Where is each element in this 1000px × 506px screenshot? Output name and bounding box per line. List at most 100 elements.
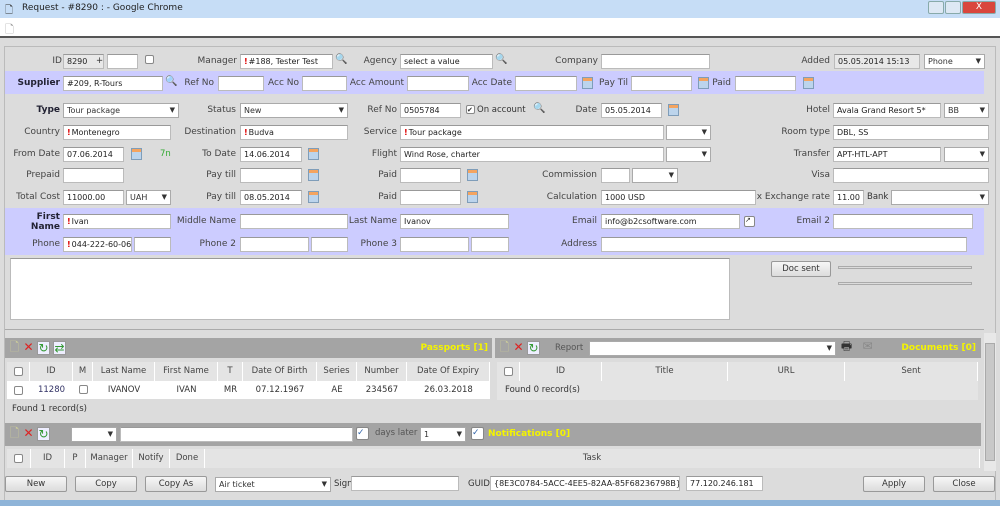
notes-textarea[interactable] [10, 258, 730, 320]
notifications-column-header: Notify [133, 449, 170, 468]
divider [5, 329, 984, 330]
email-label: Email [572, 216, 597, 226]
passports-record-count: Found 1 record(s) [12, 404, 87, 414]
flight-field[interactable]: Wind Rose, charter [400, 147, 664, 162]
delete-icon[interactable]: ✕ [22, 427, 35, 441]
report-select[interactable] [589, 341, 836, 356]
new-button[interactable]: New [5, 476, 67, 492]
calendar-check-icon[interactable]: ✓ [471, 427, 484, 440]
id-label: ID [52, 56, 62, 66]
new-doc-icon[interactable]: 🗋 [8, 427, 21, 441]
board-select[interactable]: BB [944, 103, 989, 118]
row-checkbox[interactable] [14, 386, 23, 395]
new-doc-icon[interactable]: 🗋 [498, 341, 511, 355]
bank-select[interactable] [891, 190, 989, 205]
transfer-field[interactable]: APT-HTL-APT [833, 147, 941, 162]
refresh-icon[interactable]: ↻ [37, 427, 50, 441]
taskbar-strip [0, 500, 1000, 506]
days-later-select[interactable]: 1 [420, 427, 466, 442]
scrollbar-thumb[interactable] [985, 343, 995, 461]
report-label: Report [555, 343, 584, 353]
notifications-column-header: Task [205, 449, 980, 468]
guid-field[interactable]: {8E3C0784-5ACC-4EE5-82AA-85F68236798B} [490, 476, 680, 491]
room-type-label: Room type [781, 127, 830, 137]
notification-type-select[interactable] [71, 427, 117, 442]
phone-label: Phone [32, 239, 60, 249]
transfer-select[interactable] [944, 147, 989, 162]
pay-till-label: Pay till [206, 170, 236, 180]
exchange-rate-field[interactable]: 11.00 [833, 190, 864, 205]
visa-field[interactable] [833, 168, 989, 183]
apply-button[interactable]: Apply [863, 476, 925, 492]
doc-sent-line [838, 266, 972, 269]
supplier-label: Supplier [17, 78, 61, 88]
commission-label: Commission [542, 170, 597, 180]
passport-cell-series: AE [331, 385, 343, 395]
paid-2-label: Paid [378, 192, 397, 202]
added-label: Added [801, 56, 830, 66]
passports-column-header: First Name [155, 362, 218, 381]
sign-field[interactable] [351, 476, 459, 491]
close-button[interactable]: Close [933, 476, 995, 492]
select-all-checkbox[interactable] [504, 367, 513, 376]
window-close-button[interactable]: X [962, 1, 996, 14]
new-doc-icon[interactable]: 🗋 [8, 341, 21, 355]
address-label: Address [561, 239, 597, 249]
notification-text-field[interactable] [120, 427, 353, 442]
hotel-field[interactable]: Avala Grand Resort 5* [833, 103, 941, 118]
delete-icon[interactable]: ✕ [22, 341, 35, 355]
select-all-checkbox[interactable] [14, 454, 23, 463]
copy-as-type-select[interactable]: Air ticket [215, 477, 331, 492]
prepaid-label: Prepaid [26, 170, 60, 180]
address-bar[interactable]: 🗋 [0, 18, 1000, 38]
copy-as-button[interactable]: Copy As [145, 476, 207, 492]
sign-label: Sign [334, 479, 353, 489]
first-name-label: First Name [30, 212, 60, 232]
maximize-button[interactable] [945, 1, 961, 14]
notifications-column-header: P [65, 449, 86, 468]
notifications-column-header: Manager [86, 449, 133, 468]
passport-cell-t: MR [223, 385, 238, 395]
copy-button[interactable]: Copy [75, 476, 137, 492]
swap-icon[interactable]: ⇄ [53, 341, 66, 355]
passport-cell-id[interactable]: 11280 [30, 381, 73, 399]
ref-no-label: Ref No [367, 105, 397, 115]
documents-column-header: URL [728, 362, 845, 381]
passports-column-header: Date Of Expiry [407, 362, 490, 381]
bank-label: Bank [867, 192, 889, 202]
refresh-icon[interactable]: ↻ [527, 341, 540, 355]
calendar-icon[interactable] [803, 77, 814, 89]
company-label: Company [555, 56, 598, 66]
email-2-field[interactable] [833, 214, 973, 229]
added-field[interactable]: 05.05.2014 15:13 [834, 54, 920, 69]
print-icon[interactable]: 🖶 [840, 340, 853, 354]
calendar-check-icon[interactable]: ✓ [356, 427, 369, 440]
passports-column-header: Date Of Birth [243, 362, 317, 381]
service-field[interactable]: Tour package [400, 125, 664, 140]
middle-name-label: Middle Name [176, 216, 236, 226]
phone-3-label: Phone 3 [360, 239, 397, 249]
doc-sent-button[interactable]: Doc sent [771, 261, 831, 277]
documents-column-header: Title [602, 362, 728, 381]
select-all-checkbox[interactable] [14, 367, 23, 376]
ip-field[interactable]: 77.120.246.181 [686, 476, 763, 491]
commission-field[interactable] [601, 168, 630, 183]
visa-label: Visa [811, 170, 830, 180]
notifications-column-header: ID [31, 449, 65, 468]
from-date-label: From Date [13, 149, 60, 159]
source-select[interactable]: Phone [924, 54, 985, 69]
delete-icon[interactable]: ✕ [512, 341, 525, 355]
refresh-icon[interactable]: ↻ [37, 341, 50, 355]
address-field[interactable] [601, 237, 967, 252]
country-label: Country [24, 127, 60, 137]
exchange-rate-label: x Exchange rate [756, 192, 830, 202]
date-label: Date [575, 105, 597, 115]
passports-column-header: Last Name [93, 362, 155, 381]
passports-column-header: T [218, 362, 243, 381]
minimize-button[interactable] [928, 1, 944, 14]
date-field[interactable]: 05.05.2014 [601, 103, 662, 118]
room-type-field[interactable]: DBL, SS [833, 125, 989, 140]
to-date-label: To Date [202, 149, 236, 159]
supplier-paid-field[interactable] [735, 76, 796, 91]
main-passport-checkbox[interactable] [79, 385, 88, 394]
